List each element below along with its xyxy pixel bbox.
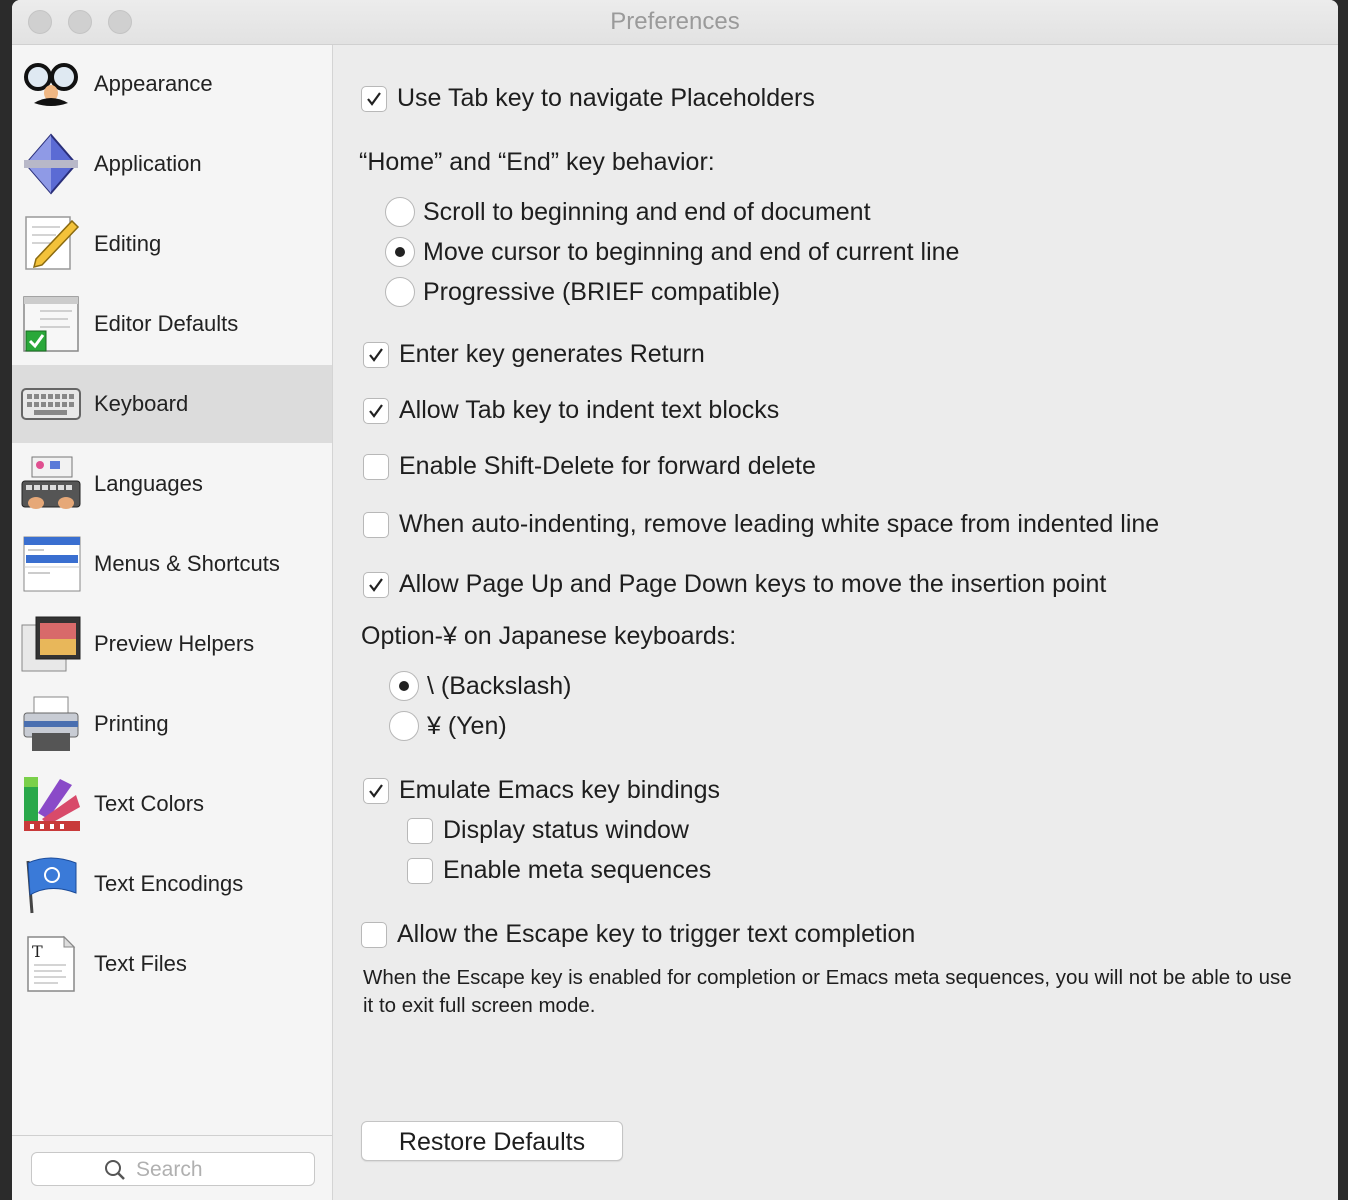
yen-heading: Option-¥ on Japanese keyboards: bbox=[361, 622, 737, 650]
sidebar-item-label: Printing bbox=[94, 711, 169, 736]
tab-placeholders-label: Use Tab key to navigate Placeholders bbox=[397, 84, 815, 112]
preferences-window: Preferences Appearance Application Editi… bbox=[12, 0, 1338, 1200]
sidebar: Appearance Application Editing Editor De… bbox=[12, 45, 333, 1200]
sidebar-item-application[interactable]: Application bbox=[12, 125, 332, 203]
checkmark-icon bbox=[367, 92, 381, 106]
sidebar-item-label: Text Encodings bbox=[94, 871, 244, 896]
home-end-radio-scroll[interactable] bbox=[385, 197, 415, 227]
pencil-document-icon bbox=[25, 216, 80, 270]
sidebar-item-editor-defaults[interactable]: Editor Defaults bbox=[12, 285, 332, 363]
sidebar-item-label: Text Files bbox=[94, 951, 187, 976]
sidebar-item-appearance[interactable]: Appearance bbox=[12, 45, 332, 123]
sidebar-item-text-encodings[interactable]: Text Encodings bbox=[12, 845, 332, 923]
shift-delete-checkbox[interactable] bbox=[363, 454, 389, 480]
page-up-down-label: Allow Page Up and Page Down keys to move… bbox=[399, 570, 1107, 598]
title-bar: Preferences bbox=[12, 0, 1338, 45]
escape-completion-label: Allow the Escape key to trigger text com… bbox=[397, 920, 916, 948]
sidebar-item-label: Languages bbox=[94, 471, 203, 496]
sidebar-item-preview-helpers[interactable]: Preview Helpers bbox=[12, 605, 332, 683]
escape-note: When the Escape key is enabled for compl… bbox=[363, 966, 1292, 1017]
home-end-heading: “Home” and “End” key behavior: bbox=[359, 148, 715, 176]
menu-icon bbox=[23, 536, 81, 592]
home-end-option-label: Scroll to beginning and end of document bbox=[423, 198, 871, 226]
auto-indent-checkbox[interactable] bbox=[363, 512, 389, 538]
checkmark-icon bbox=[369, 404, 383, 418]
emacs-status-label: Display status window bbox=[443, 816, 689, 844]
home-end-radio-move-cursor[interactable] bbox=[385, 237, 415, 267]
window-title: Preferences bbox=[610, 8, 740, 35]
page-up-down-checkbox[interactable] bbox=[363, 572, 389, 598]
keyboard-settings-panel: Use Tab key to navigate Placeholders “Ho… bbox=[333, 45, 1338, 1200]
sidebar-item-label: Menus & Shortcuts bbox=[94, 551, 280, 576]
sidebar-search-area: Search bbox=[12, 1135, 332, 1200]
emacs-meta-checkbox[interactable] bbox=[407, 858, 433, 884]
escape-completion-checkbox[interactable] bbox=[361, 922, 387, 948]
sidebar-item-editing[interactable]: Editing bbox=[12, 205, 332, 283]
sidebar-item-text-files[interactable]: T Text Files bbox=[12, 925, 332, 1003]
auto-indent-label: When auto-indenting, remove leading whit… bbox=[399, 510, 1160, 538]
sidebar-item-label: Text Colors bbox=[94, 791, 205, 816]
checkmark-icon bbox=[369, 578, 383, 592]
sidebar-item-label: Editor Defaults bbox=[94, 311, 239, 336]
sidebar-item-printing[interactable]: Printing bbox=[12, 685, 332, 763]
home-end-radio-progressive[interactable] bbox=[385, 277, 415, 307]
editor-defaults-check-icon bbox=[23, 296, 79, 352]
home-end-option-label: Progressive (BRIEF compatible) bbox=[423, 278, 781, 306]
checkmark-icon bbox=[369, 348, 383, 362]
preview-window-icon bbox=[21, 616, 81, 672]
tab-indent-label: Allow Tab key to indent text blocks bbox=[399, 396, 780, 424]
search-input[interactable]: Search bbox=[31, 1152, 315, 1186]
glasses-disguise-icon bbox=[24, 63, 78, 106]
enter-return-checkbox[interactable] bbox=[363, 342, 389, 368]
checkmark-icon bbox=[369, 784, 383, 798]
sidebar-item-keyboard[interactable]: Keyboard bbox=[12, 365, 332, 443]
sidebar-item-label: Appearance bbox=[94, 71, 213, 96]
flag-icon bbox=[26, 857, 77, 914]
text-file-icon: T bbox=[27, 935, 76, 992]
color-swatches-icon bbox=[24, 777, 80, 831]
emacs-label: Emulate Emacs key bindings bbox=[399, 776, 720, 804]
yen-option-label: ¥ (Yen) bbox=[427, 712, 507, 740]
search-icon bbox=[105, 1160, 125, 1180]
background-right bbox=[1338, 0, 1348, 1200]
restore-defaults-button[interactable]: Restore Defaults bbox=[361, 1121, 623, 1161]
sidebar-item-menus-shortcuts[interactable]: Menus & Shortcuts bbox=[12, 525, 332, 603]
background-left bbox=[0, 0, 12, 1200]
shift-delete-label: Enable Shift-Delete for forward delete bbox=[399, 452, 816, 480]
yen-radio-yen[interactable] bbox=[389, 711, 419, 741]
sidebar-item-label: Editing bbox=[94, 231, 162, 256]
emacs-meta-label: Enable meta sequences bbox=[443, 856, 712, 884]
tab-indent-checkbox[interactable] bbox=[363, 398, 389, 424]
tab-placeholders-checkbox[interactable] bbox=[361, 86, 387, 112]
yen-option-label: \ (Backslash) bbox=[427, 672, 572, 700]
application-gem-icon bbox=[24, 133, 78, 195]
emacs-checkbox[interactable] bbox=[363, 778, 389, 804]
printer-icon bbox=[23, 696, 79, 751]
languages-keyboard-icon bbox=[21, 456, 81, 509]
sidebar-item-label: Application bbox=[94, 151, 202, 176]
sidebar-item-languages[interactable]: Languages bbox=[12, 445, 332, 523]
keyboard-icon bbox=[21, 388, 81, 420]
home-end-option-label: Move cursor to beginning and end of curr… bbox=[423, 238, 960, 266]
yen-radio-backslash[interactable] bbox=[389, 671, 419, 701]
enter-return-label: Enter key generates Return bbox=[399, 340, 705, 368]
sidebar-item-text-colors[interactable]: Text Colors bbox=[12, 765, 332, 843]
emacs-status-checkbox[interactable] bbox=[407, 818, 433, 844]
sidebar-item-label: Keyboard bbox=[94, 391, 189, 416]
sidebar-item-label: Preview Helpers bbox=[94, 631, 255, 656]
search-placeholder: Search bbox=[136, 1158, 203, 1181]
svg-text:T: T bbox=[32, 942, 43, 961]
